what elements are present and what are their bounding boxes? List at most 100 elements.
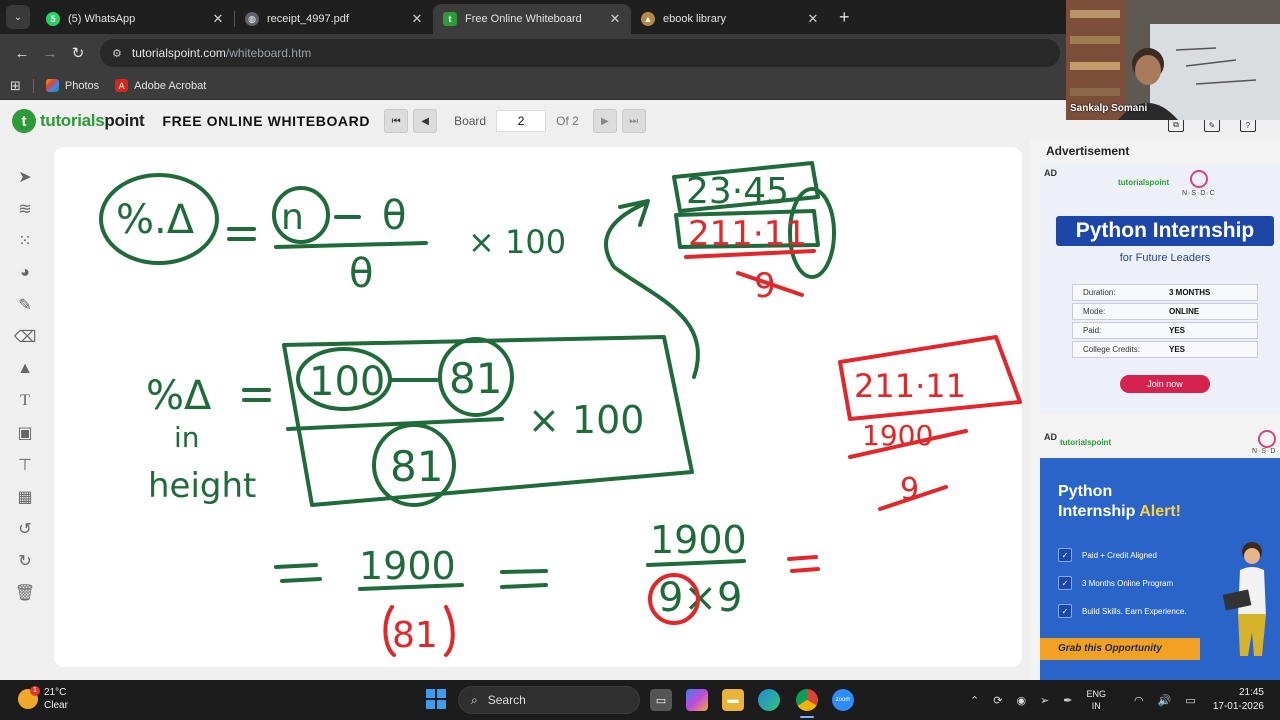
undo-icon[interactable]: ↺ [14, 518, 36, 540]
nsdc-text: N·S·D·C [1182, 190, 1216, 197]
apps-grid-icon[interactable]: ⊞ [10, 78, 21, 94]
first-board-button[interactable]: ⏮ [384, 109, 409, 133]
whatsapp-icon: 5 [46, 12, 60, 26]
next-board-button[interactable]: ▶ [592, 109, 617, 133]
tab-search-chevron-icon[interactable]: ⌄ [6, 5, 30, 29]
nsdc-logo-icon [1190, 170, 1208, 188]
task-view-icon[interactable]: ▭ [650, 689, 672, 711]
ad-item-text: 3 Months Online Program [1082, 578, 1174, 588]
tab-receipt[interactable]: ◍ receipt_4997.pdf ✕ [235, 4, 433, 34]
logo-part2: point [104, 111, 145, 130]
whiteboard-canvas[interactable]: %.Δ n θ θ × 100 %Δ in height 100 81 81 ×… [54, 147, 1022, 667]
taskbar-search-input[interactable]: ⌕ Search [458, 686, 640, 714]
svg-text:1900: 1900 [359, 544, 456, 588]
pen-icon[interactable]: ✎ [14, 294, 36, 316]
taskbar-clock[interactable]: 21:45 17-01-2026 [1206, 686, 1264, 714]
lang-region: IN [1091, 701, 1101, 711]
board-number-input[interactable]: 2 [496, 110, 547, 132]
tutorialspoint-logo[interactable]: t tutorialspoint [12, 109, 145, 133]
ad-item-text: Paid + Credit Aligned [1082, 550, 1157, 560]
forward-arrow-icon[interactable]: → [36, 45, 64, 62]
volume-icon[interactable]: 🔊 [1158, 694, 1172, 707]
windows-start-icon[interactable] [426, 689, 446, 709]
page: t tutorialspoint FREE ONLINE WHITEBOARD … [0, 100, 1280, 680]
close-icon[interactable]: ✕ [805, 11, 821, 27]
join-now-button[interactable]: Join now [1120, 375, 1210, 393]
url-host: tutorialspoint.com [131, 46, 226, 60]
help-icon[interactable]: ? [1240, 118, 1256, 132]
dots-grid-icon[interactable]: ⁙ [14, 230, 36, 252]
bookmark-photos[interactable]: Photos [45, 79, 99, 92]
grab-opportunity-button[interactable]: Grab this Opportunity [1040, 638, 1200, 660]
board-label: Board [454, 114, 487, 128]
eraser-icon[interactable]: ⌫ [14, 326, 37, 348]
url-path: /whiteboard.htm [225, 46, 312, 60]
prev-board-button[interactable]: ◀ [413, 109, 438, 133]
new-tab-plus-icon[interactable]: + [839, 7, 850, 28]
presentation-icon[interactable]: ⊤ [14, 454, 36, 476]
site-info-icon[interactable]: ⚙ [112, 47, 122, 60]
ad-python-internship-alert[interactable]: AD tutorialspoint N·S·D·C Python Interns… [1040, 430, 1280, 680]
close-icon[interactable]: ✕ [210, 11, 226, 27]
acrobat-icon: A [115, 79, 129, 92]
bookmark-adobe-acrobat[interactable]: A Adobe Acrobat [115, 79, 206, 92]
url-input[interactable]: ⚙ tutorialspoint.com /whiteboard.htm [100, 39, 1060, 67]
tab-whatsapp[interactable]: 5 (5) WhatsApp ✕ [36, 4, 234, 34]
svg-text:× 100: × 100 [468, 223, 566, 261]
close-icon[interactable]: ✕ [409, 11, 425, 27]
chrome-icon[interactable] [796, 689, 818, 711]
language-indicator[interactable]: ENG IN [1086, 688, 1120, 712]
redo-icon[interactable]: ↻ [14, 550, 36, 572]
weather-temp: 21°C [44, 687, 67, 698]
ad-item-text: Build Skills. Earn Experience. [1082, 606, 1187, 616]
back-arrow-icon[interactable]: ← [8, 45, 36, 62]
ad-python-internship[interactable]: AD tutorialspoint N·S·D·C Python Interns… [1040, 164, 1280, 414]
copilot-icon[interactable] [686, 689, 708, 711]
ad-row-key: Duration: [1083, 288, 1116, 297]
tab-ebook-library[interactable]: ▲ ebook library ✕ [631, 4, 829, 34]
screen-icon[interactable]: ▦ [14, 486, 36, 508]
ad-headline: Python Internship [1056, 216, 1274, 246]
webcam-participant-name: Sankalp Somani [1070, 103, 1148, 114]
ad-row-value: YES [1169, 345, 1186, 354]
last-board-button[interactable]: ⏭ [621, 109, 646, 133]
svg-text:81: 81 [392, 615, 438, 656]
wifi-icon[interactable]: ◠ [1134, 694, 1144, 707]
ad-row-value: YES [1169, 326, 1186, 335]
pen-tray-icon[interactable]: ✒ [1063, 694, 1072, 707]
share-icon[interactable]: ⧉ [1168, 118, 1184, 132]
file-explorer-icon[interactable]: ▬ [722, 689, 744, 711]
header-actions: ⧉ ✎ ? [1168, 118, 1276, 132]
pointer-icon[interactable]: ➤ [14, 166, 36, 188]
ad-subline: for Future Leaders [1119, 252, 1211, 264]
svg-text:100: 100 [309, 359, 385, 405]
weather-sun-icon: 1 [18, 686, 40, 709]
show-hidden-icons-chevron-icon[interactable]: ⌃ [970, 694, 979, 707]
page-title: FREE ONLINE WHITEBOARD [162, 113, 371, 129]
text-icon[interactable]: T [14, 390, 36, 412]
trash-icon[interactable]: 🗑 [14, 582, 36, 604]
tutorialspoint-icon: t [443, 12, 457, 26]
palette-icon[interactable]: ◕ [14, 262, 36, 284]
layers-icon[interactable]: ≋ [14, 198, 36, 220]
search-icon: ⌕ [471, 692, 478, 707]
ad-details-table: Duration: 3 MONTHS Mode: ONLINE Paid: YES C… [1072, 284, 1258, 360]
ad-row: Mode: ONLINE [1072, 303, 1258, 320]
sync-icon[interactable]: ⟳ [993, 694, 1002, 707]
reload-icon[interactable]: ↻ [64, 44, 92, 62]
send-icon[interactable]: ➢ [1040, 694, 1049, 707]
shapes-icon[interactable]: ▲ [14, 358, 36, 380]
meet-icon[interactable]: ◉ [1016, 694, 1026, 707]
battery-icon[interactable]: ▭ [1185, 694, 1195, 707]
tab-whiteboard[interactable]: t Free Online Whiteboard ✕ [433, 4, 631, 34]
image-icon[interactable]: ▣ [14, 422, 36, 444]
svg-text:n: n [281, 197, 304, 238]
zoom-icon[interactable]: zoom [832, 689, 854, 711]
bookmark-separator [32, 78, 34, 93]
svg-text:1900: 1900 [650, 518, 747, 562]
edge-icon[interactable] [758, 689, 780, 711]
edit-icon[interactable]: ✎ [1204, 118, 1220, 132]
active-app-indicator [800, 716, 814, 718]
close-icon[interactable]: ✕ [607, 11, 623, 27]
weather-widget[interactable]: 1 21°C Clear [18, 686, 68, 712]
